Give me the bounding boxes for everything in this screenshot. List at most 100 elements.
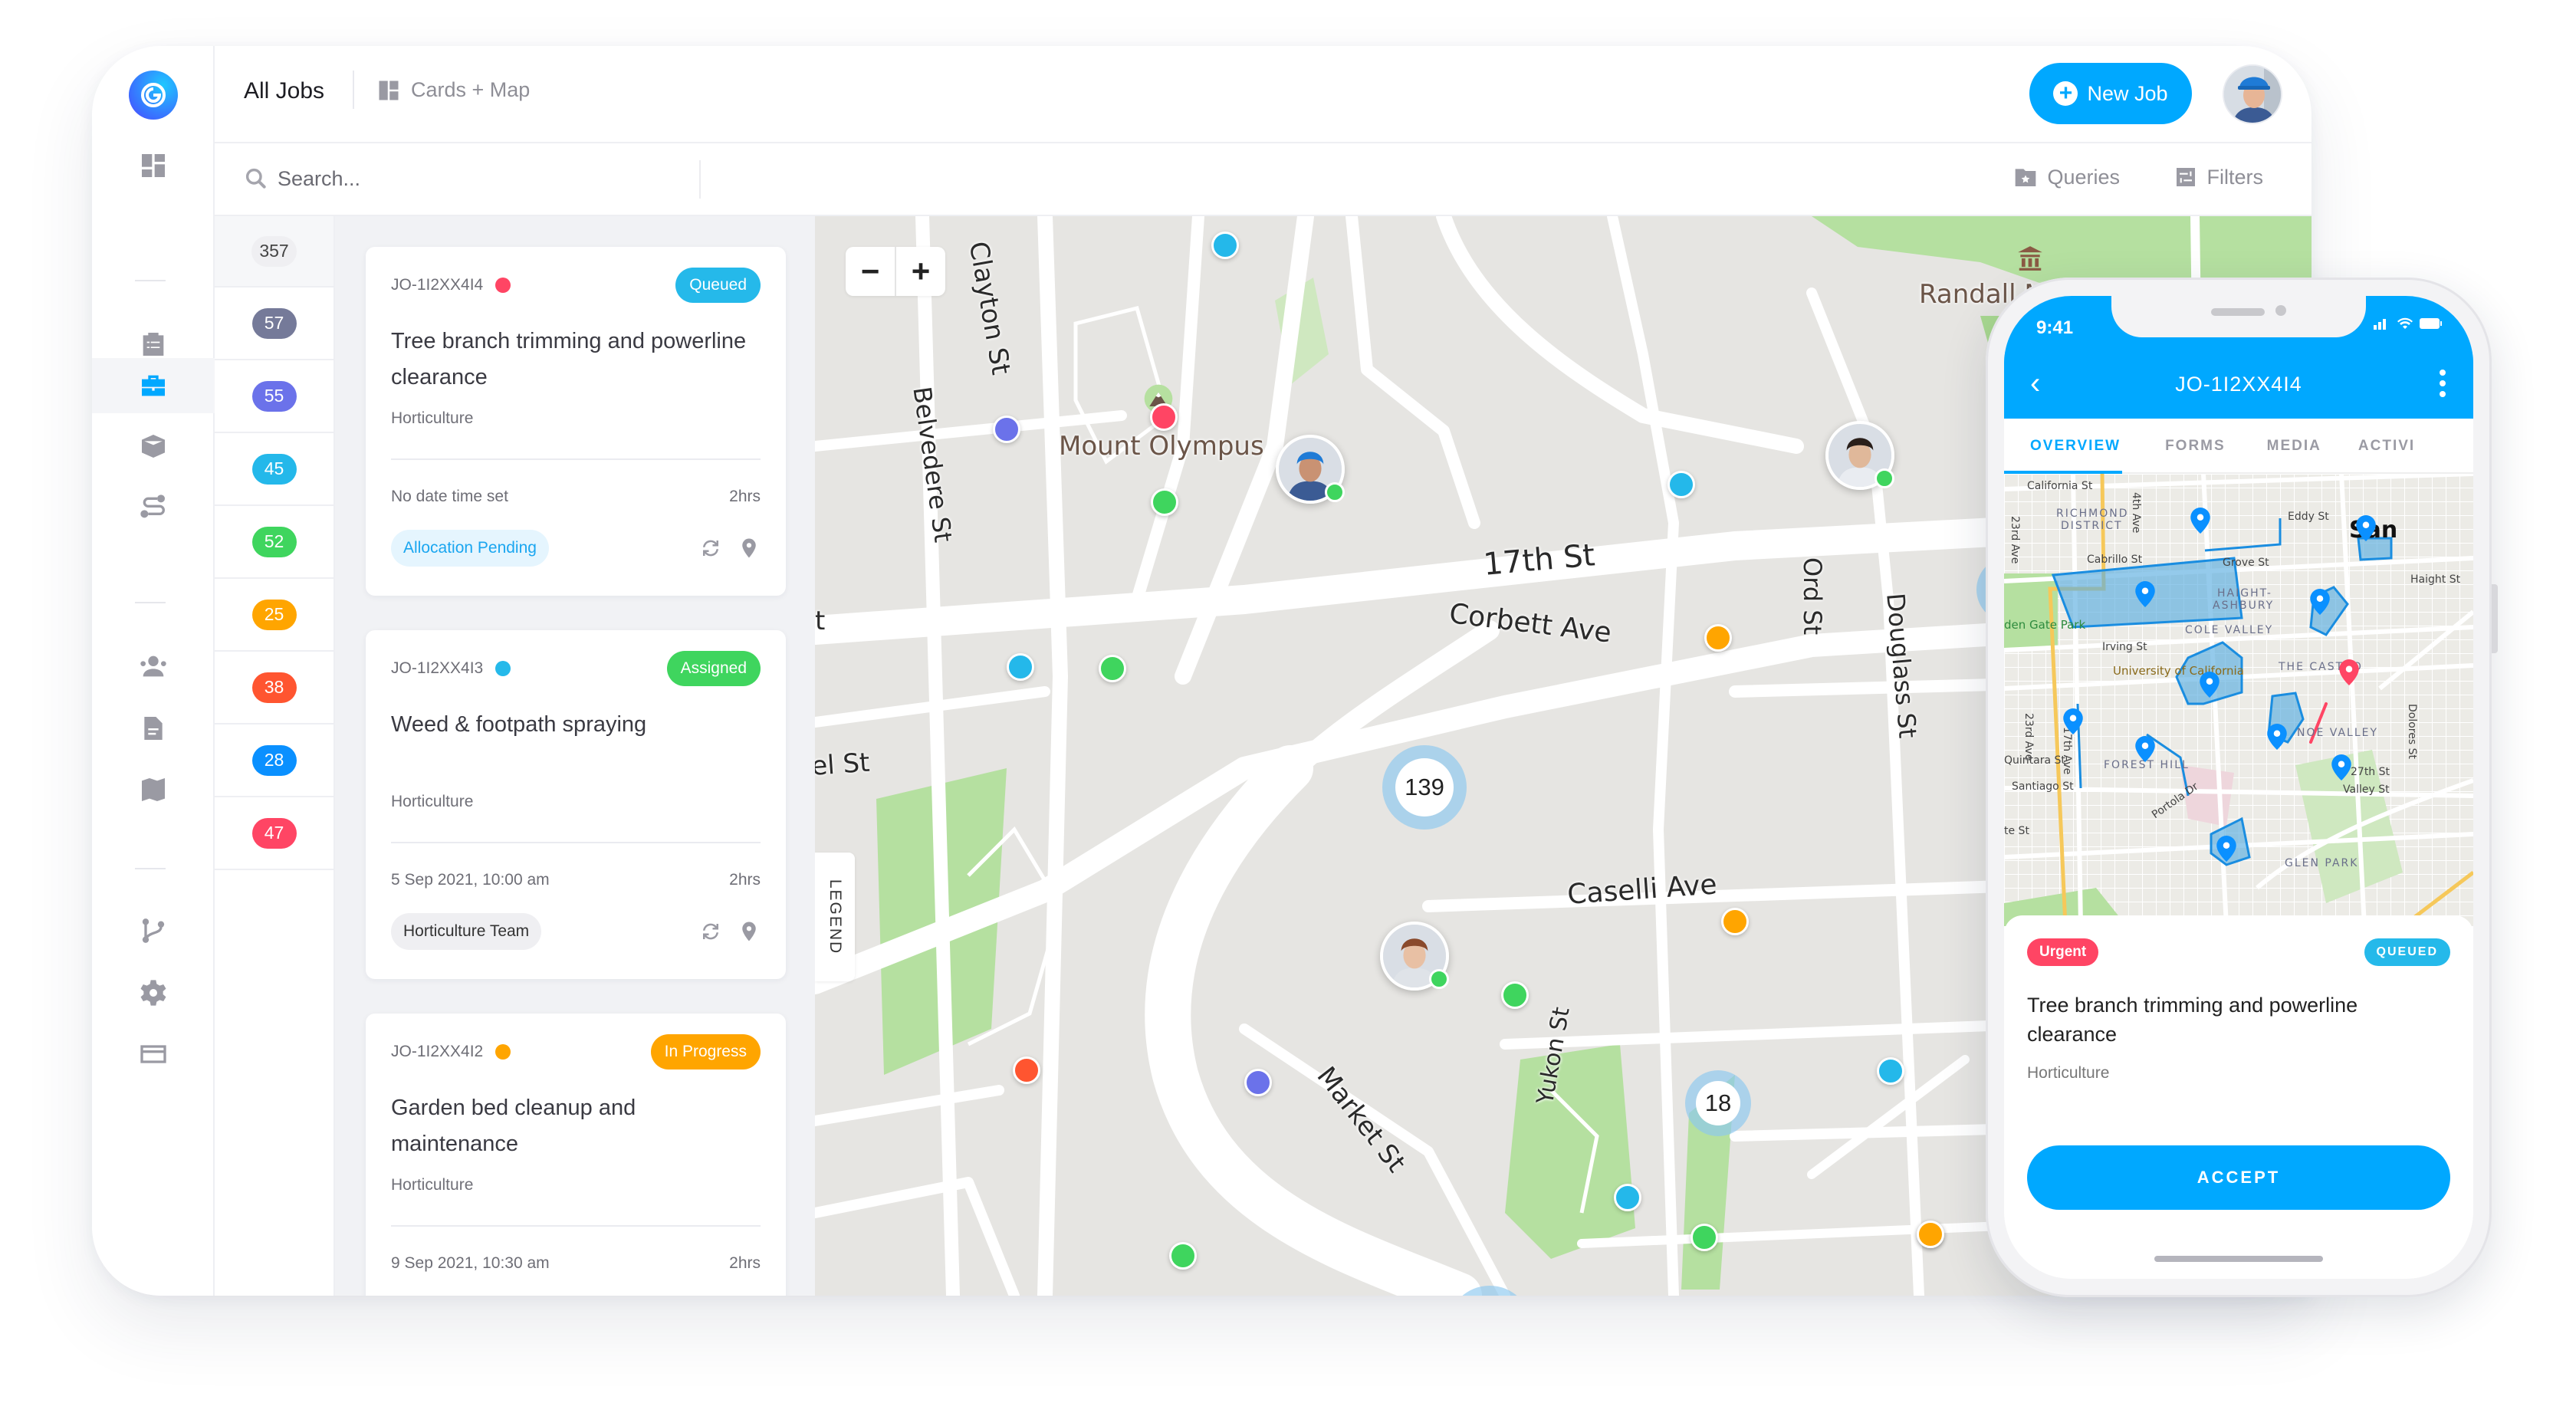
sidebar-item-team[interactable] bbox=[135, 648, 172, 685]
count-row[interactable]: 28 bbox=[215, 724, 334, 797]
view-toggle-label: Cards + Map bbox=[411, 78, 531, 101]
map-location-pin-icon[interactable] bbox=[2135, 736, 2155, 762]
card-divider bbox=[391, 1225, 761, 1227]
job-marker[interactable] bbox=[1704, 624, 1732, 652]
tab-forms[interactable]: FORMS bbox=[2121, 419, 2226, 472]
gear-icon bbox=[140, 980, 166, 1006]
accept-button[interactable]: ACCEPT bbox=[2027, 1145, 2450, 1210]
assignee-chip[interactable]: Horticulture Team bbox=[391, 913, 542, 950]
count-row[interactable]: 55 bbox=[215, 360, 334, 433]
cards-layout-icon bbox=[379, 80, 399, 100]
job-marker[interactable] bbox=[1501, 981, 1529, 1009]
recurring-icon[interactable] bbox=[699, 537, 722, 560]
sidebar-item-billing[interactable] bbox=[135, 1036, 172, 1073]
filter-sliders-icon bbox=[2176, 168, 2195, 186]
count-row[interactable]: 47 bbox=[215, 797, 334, 870]
sidebar-item-maps[interactable] bbox=[135, 771, 172, 808]
count-row[interactable]: 25 bbox=[215, 579, 334, 652]
map-location-pin-icon[interactable] bbox=[2267, 724, 2287, 750]
job-marker[interactable] bbox=[1150, 403, 1178, 431]
sidebar-item-workflows[interactable] bbox=[135, 912, 172, 949]
mobile-map[interactable]: California St RICHMOND DISTRICT 4th Ave 23rd… bbox=[2004, 474, 2473, 926]
map-location-pin-icon[interactable] bbox=[2200, 672, 2220, 698]
sidebar-item-jobs[interactable] bbox=[135, 367, 172, 404]
search-input[interactable] bbox=[278, 163, 584, 194]
job-marker[interactable] bbox=[1151, 488, 1178, 516]
map-location-pin-icon[interactable] bbox=[2339, 659, 2359, 685]
tab-activity[interactable]: ACTIVI bbox=[2321, 419, 2415, 472]
job-marker[interactable] bbox=[1013, 1056, 1040, 1084]
job-marker[interactable] bbox=[1668, 471, 1695, 498]
job-card[interactable]: JO-1I2XX4I2 In Progress Garden bed clean… bbox=[366, 1014, 786, 1296]
more-vertical-icon[interactable] bbox=[2440, 370, 2447, 402]
box-icon bbox=[142, 435, 165, 458]
job-cards-column: JO-1I2XX4I4 Queued Tree branch trimming … bbox=[335, 216, 815, 1296]
worker-avatar-marker[interactable] bbox=[1380, 922, 1449, 991]
district-label: NOE VALLEY bbox=[2297, 727, 2379, 739]
legend-label: LEGEND bbox=[826, 879, 844, 955]
clipboard-checklist-icon bbox=[143, 333, 164, 356]
sidebar-item-dashboard[interactable] bbox=[135, 147, 172, 184]
job-marker[interactable] bbox=[993, 416, 1020, 443]
zoom-in-button[interactable]: + bbox=[896, 247, 945, 296]
map-location-pin-icon[interactable] bbox=[2135, 581, 2155, 607]
map-street-label: California St bbox=[2027, 480, 2093, 492]
job-marker[interactable] bbox=[1007, 653, 1034, 681]
job-marker[interactable] bbox=[1244, 1069, 1272, 1096]
status-count-badge: 45 bbox=[251, 453, 297, 485]
queries-button[interactable]: Queries bbox=[2013, 165, 2120, 189]
plus-circle-icon: + bbox=[2053, 81, 2078, 106]
worker-avatar-marker[interactable] bbox=[1276, 435, 1345, 504]
map-street-label: den Gate Park bbox=[2004, 618, 2086, 632]
job-marker[interactable] bbox=[1917, 1221, 1944, 1248]
job-cluster[interactable]: 18 bbox=[1685, 1070, 1751, 1136]
map-location-pin-icon[interactable] bbox=[2356, 515, 2376, 541]
tab-overview[interactable]: OVERVIEW bbox=[2004, 419, 2121, 472]
job-marker[interactable] bbox=[1169, 1242, 1197, 1270]
worker-avatar-marker[interactable] bbox=[1825, 421, 1894, 490]
user-avatar[interactable] bbox=[2223, 64, 2282, 124]
job-cluster[interactable]: 139 bbox=[1382, 745, 1467, 830]
map-street-label: 23rd Ave bbox=[2022, 713, 2035, 761]
recurring-icon[interactable] bbox=[699, 920, 722, 943]
map-location-pin-icon[interactable] bbox=[2063, 708, 2083, 734]
sidebar-item-documents[interactable] bbox=[135, 710, 172, 747]
count-row[interactable]: 45 bbox=[215, 433, 334, 506]
count-row[interactable]: 38 bbox=[215, 652, 334, 724]
mobile-tabs: OVERVIEW FORMS MEDIA ACTIVI bbox=[2004, 419, 2473, 474]
map-location-pin-icon[interactable] bbox=[2331, 754, 2351, 780]
location-pin-icon[interactable] bbox=[738, 537, 761, 560]
assignee-chip[interactable]: Allocation Pending bbox=[391, 530, 549, 567]
job-marker[interactable] bbox=[1614, 1184, 1641, 1211]
district-label: RICHMOND bbox=[2056, 508, 2129, 520]
search-toolbar: Queries Filters bbox=[215, 143, 2312, 216]
map-location-pin-icon[interactable] bbox=[2190, 508, 2210, 534]
sidebar-item-settings[interactable] bbox=[135, 974, 172, 1011]
job-marker[interactable] bbox=[1099, 655, 1126, 682]
job-card[interactable]: JO-1I2XX4I4 Queued Tree branch trimming … bbox=[366, 247, 786, 596]
priority-dot bbox=[495, 1044, 511, 1060]
tab-media[interactable]: MEDIA bbox=[2226, 419, 2321, 472]
job-marker[interactable] bbox=[1877, 1057, 1904, 1085]
job-marker[interactable] bbox=[1211, 232, 1239, 259]
job-id: JO-1I2XX4I2 bbox=[391, 1043, 484, 1060]
sidebar-item-routes[interactable] bbox=[135, 489, 172, 526]
new-job-button[interactable]: + New Job bbox=[2029, 63, 2192, 124]
app-logo[interactable] bbox=[129, 71, 178, 120]
count-row[interactable]: 57 bbox=[215, 288, 334, 360]
view-toggle-button[interactable]: Cards + Map bbox=[377, 78, 530, 102]
sidebar-item-tasks[interactable] bbox=[135, 326, 172, 363]
job-marker[interactable] bbox=[1691, 1224, 1718, 1251]
count-row-total[interactable]: 357 bbox=[215, 216, 334, 288]
location-pin-icon[interactable] bbox=[738, 920, 761, 943]
sidebar-item-inventory[interactable] bbox=[135, 428, 172, 465]
job-card[interactable]: JO-1I2XX4I3 Assigned Weed & footpath spr… bbox=[366, 630, 786, 979]
filters-label: Filters bbox=[2206, 165, 2264, 189]
count-row[interactable]: 52 bbox=[215, 506, 334, 579]
filters-button[interactable]: Filters bbox=[2174, 165, 2264, 189]
map-location-pin-icon[interactable] bbox=[2216, 836, 2236, 862]
job-marker[interactable] bbox=[1721, 908, 1749, 935]
zoom-out-button[interactable]: − bbox=[846, 247, 896, 296]
map-location-pin-icon[interactable] bbox=[2310, 589, 2330, 615]
legend-toggle[interactable]: LEGEND bbox=[815, 853, 855, 981]
